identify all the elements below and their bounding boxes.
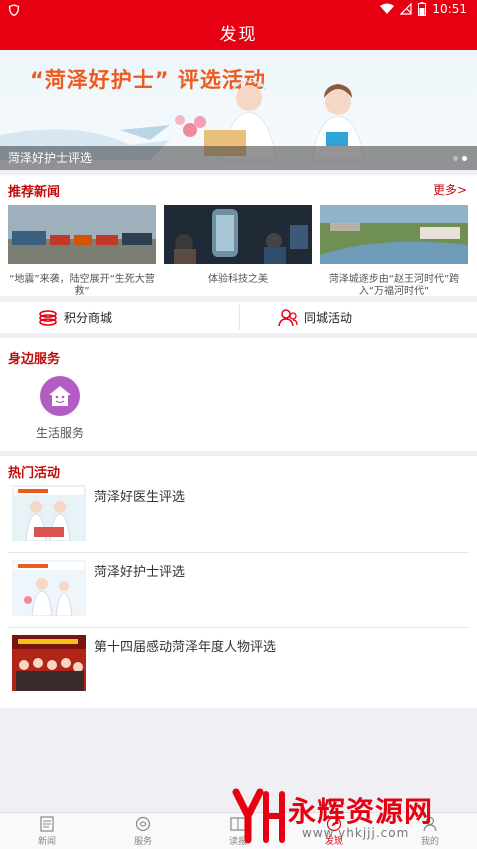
points-mall-button[interactable]: 积分商城 [38, 302, 112, 333]
tab-news[interactable]: 新闻 [17, 816, 77, 847]
banner-carousel[interactable]: “菏泽好护士” 评选活动 菏泽好护士评选 [0, 50, 477, 170]
clock: 10:51 [432, 2, 467, 16]
carousel-dot-active[interactable] [462, 156, 467, 161]
shield-icon [8, 4, 20, 16]
wifi-icon [380, 3, 395, 14]
city-events-label: 同城活动 [304, 311, 353, 325]
news-thumbnail [164, 205, 312, 264]
status-bar: 10:51 [0, 0, 477, 20]
news-caption: 体验科技之美 [208, 274, 268, 285]
news-icon [40, 816, 54, 832]
divider [239, 305, 240, 330]
activity-title: 第十四届感动菏泽年度人物评选 [94, 640, 277, 655]
activity-item[interactable]: 第十四届感动菏泽年度人物评选 [8, 628, 469, 703]
service-section-title: 身边服务 [8, 352, 61, 367]
news-item[interactable]: “地震”来袭，陆空展开“生死大营救” [8, 205, 156, 298]
no-signal-icon [400, 3, 413, 15]
news-caption: “地震”来袭，陆空展开“生死大营救” [9, 274, 155, 297]
page-title: 发现 [0, 20, 477, 50]
coins-icon [39, 309, 57, 326]
activity-title: 菏泽好护士评选 [94, 565, 186, 580]
news-section-title: 推荐新闻 [8, 185, 61, 200]
tab-label: 读报 [228, 837, 247, 847]
tab-label: 新闻 [37, 837, 56, 847]
life-service-label: 生活服务 [35, 426, 84, 440]
tab-label: 发现 [324, 837, 343, 847]
activity-item[interactable]: 菏泽好护士评选 [8, 553, 469, 628]
activity-thumbnail [12, 635, 86, 691]
quick-links: 积分商城 同城活动 [0, 302, 477, 333]
newspaper-icon [230, 817, 246, 831]
news-thumbnail [8, 205, 156, 264]
tab-service[interactable]: 服务 [113, 816, 173, 847]
service-icon [135, 816, 151, 832]
hot-activities-section: 热门活动 菏泽好医生评选 菏泽好护士评选 第十四届感动菏泽年度人物评选 [0, 456, 477, 708]
battery-icon [418, 2, 427, 16]
more-link[interactable]: 更多> [433, 181, 467, 198]
tab-discover[interactable]: 发现 [304, 816, 364, 847]
house-smile-icon [40, 376, 80, 416]
tab-profile[interactable]: 我的 [400, 816, 460, 847]
activity-title: 菏泽好医生评选 [94, 490, 186, 505]
news-section: 推荐新闻 更多> “地震”来袭，陆空展开“生死大营救” 体验科技之美 菏泽城逐步… [0, 175, 477, 298]
bottom-tab-bar: 新闻 服务 读报 发现 我的 [0, 812, 477, 849]
city-events-button[interactable]: 同城活动 [278, 302, 352, 333]
life-service-button[interactable]: 生活服务 [34, 376, 86, 441]
discover-icon [326, 816, 342, 832]
tab-label: 我的 [420, 837, 439, 847]
carousel-dots [453, 156, 467, 161]
profile-icon [423, 816, 437, 832]
activity-item[interactable]: 菏泽好医生评选 [8, 478, 469, 553]
tab-newspaper[interactable]: 读报 [208, 816, 268, 847]
tab-label: 服务 [133, 837, 152, 847]
points-mall-label: 积分商城 [64, 311, 113, 325]
news-item[interactable]: 体验科技之美 [164, 205, 312, 286]
activity-thumbnail [12, 560, 86, 616]
carousel-dot[interactable] [453, 156, 458, 161]
news-item[interactable]: 菏泽城逐步由“赵王河时代”跨入“万福河时代” [320, 205, 468, 298]
service-section: 身边服务 生活服务 [0, 338, 477, 451]
people-icon [278, 308, 298, 326]
news-thumbnail [320, 205, 468, 264]
activity-thumbnail [12, 485, 86, 541]
banner-caption: 菏泽好护士评选 [0, 146, 477, 170]
news-caption: 菏泽城逐步由“赵王河时代”跨入“万福河时代” [328, 274, 460, 297]
